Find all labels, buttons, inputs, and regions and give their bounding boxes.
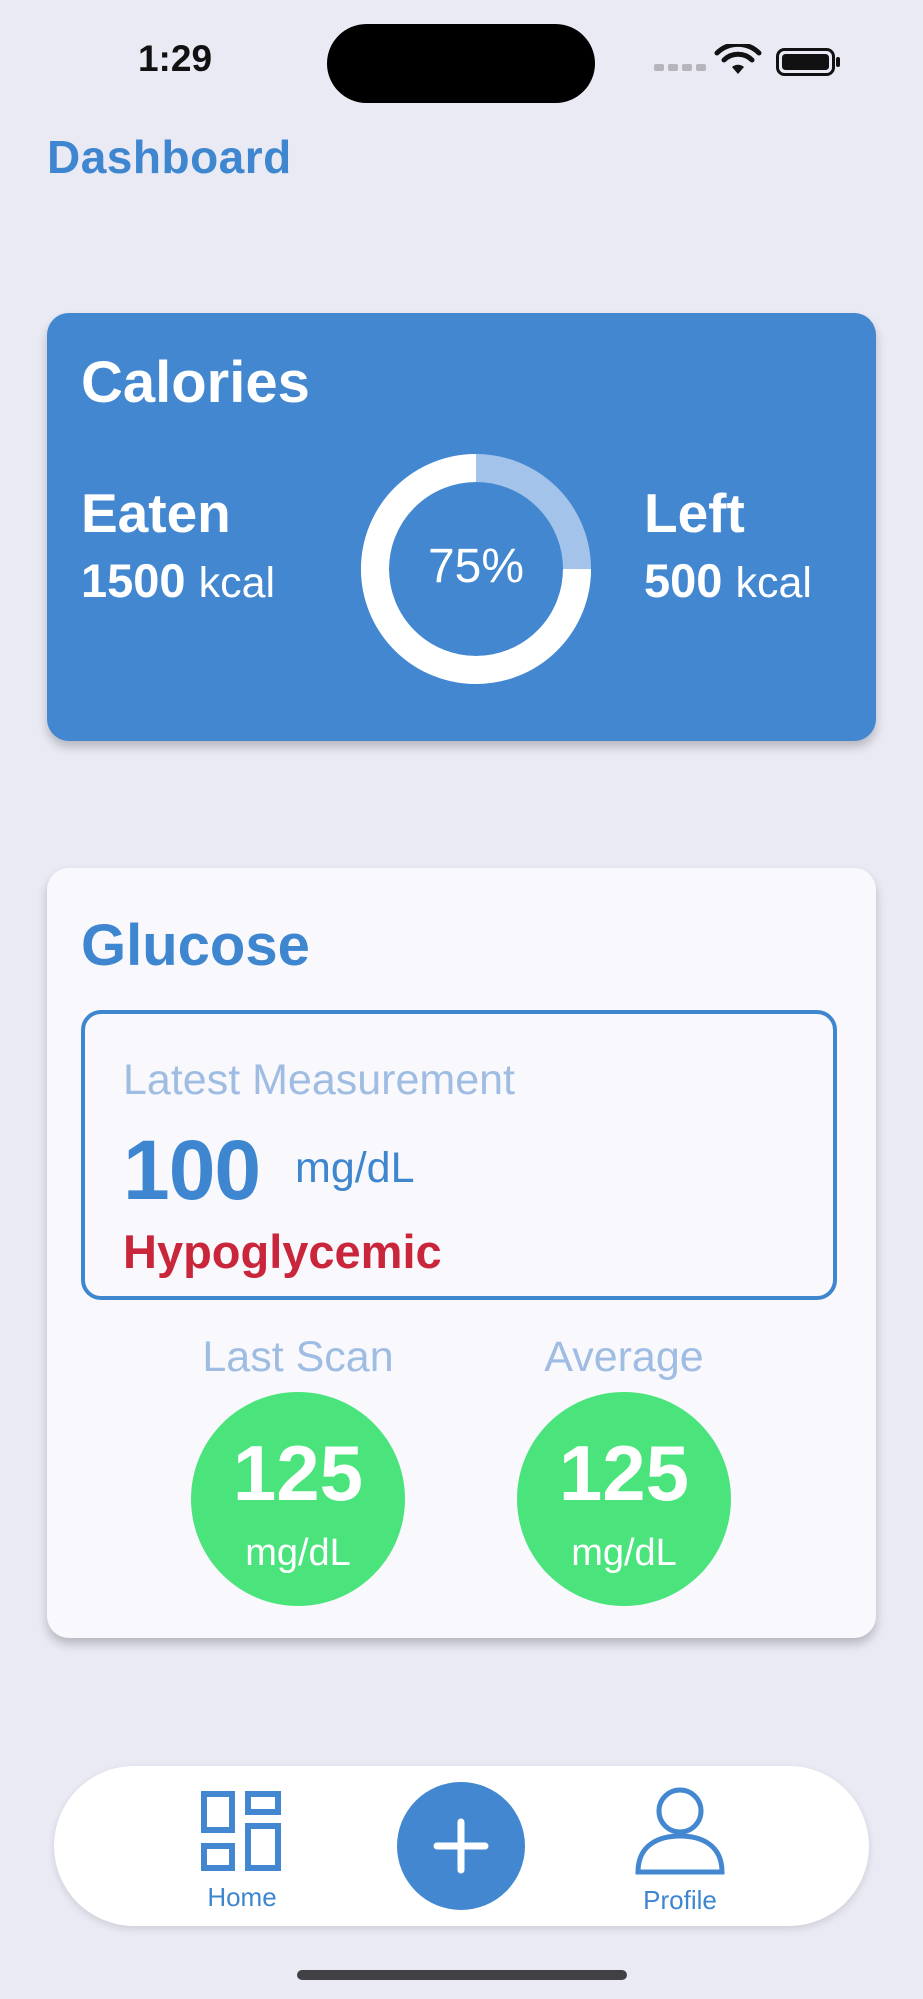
grid-icon[interactable] (200, 1790, 282, 1872)
eaten-value: 1500 (81, 554, 186, 607)
eaten-unit: kcal (198, 559, 276, 607)
tab-home-label[interactable]: Home (192, 1882, 292, 1913)
last-scan-unit: mg/dL (245, 1532, 351, 1574)
average-value: 125 (558, 1429, 690, 1517)
average-circle[interactable]: 125 mg/dL (517, 1392, 731, 1606)
dynamic-island (327, 24, 595, 103)
tab-bar: Home Profile (54, 1766, 869, 1926)
last-scan-circle[interactable]: 125 mg/dL (191, 1392, 405, 1606)
left-unit: kcal (735, 559, 812, 607)
average-label: Average (544, 1333, 704, 1381)
latest-measurement-label: Latest Measurement (123, 1056, 515, 1104)
battery-icon (776, 48, 840, 76)
cellular-dots-icon (654, 64, 706, 71)
eaten-value-row: 1500 kcal (81, 553, 275, 608)
glucose-status: Hypoglycemic (123, 1225, 442, 1278)
last-scan-value: 125 (232, 1429, 364, 1517)
latest-measurement-box[interactable]: Latest Measurement 100 mg/dL Hypoglycemi… (81, 1010, 837, 1300)
calories-card[interactable]: Calories Eaten 1500 kcal 75% Left 500 kc… (47, 313, 876, 741)
left-value-row: 500 kcal (644, 553, 812, 608)
eaten-label: Eaten (81, 482, 231, 544)
latest-measurement-value: 100 (123, 1123, 261, 1217)
plus-icon (433, 1818, 489, 1874)
status-time: 1:29 (137, 38, 213, 79)
glucose-card[interactable]: Glucose Latest Measurement 100 mg/dL Hyp… (47, 868, 876, 1638)
calories-progress-text: 75% (427, 540, 525, 593)
calories-title: Calories (81, 350, 310, 415)
latest-measurement-unit: mg/dL (295, 1144, 415, 1192)
person-icon[interactable] (634, 1784, 726, 1876)
home-indicator (297, 1970, 627, 1980)
glucose-title: Glucose (81, 913, 310, 978)
wifi-icon (714, 44, 762, 74)
average-unit: mg/dL (571, 1532, 677, 1574)
page-title: Dashboard (47, 131, 292, 183)
left-label: Left (644, 482, 745, 544)
last-scan-label: Last Scan (202, 1333, 394, 1381)
tab-profile-label[interactable]: Profile (630, 1885, 730, 1916)
add-button[interactable] (397, 1782, 525, 1910)
left-value: 500 (644, 554, 723, 607)
